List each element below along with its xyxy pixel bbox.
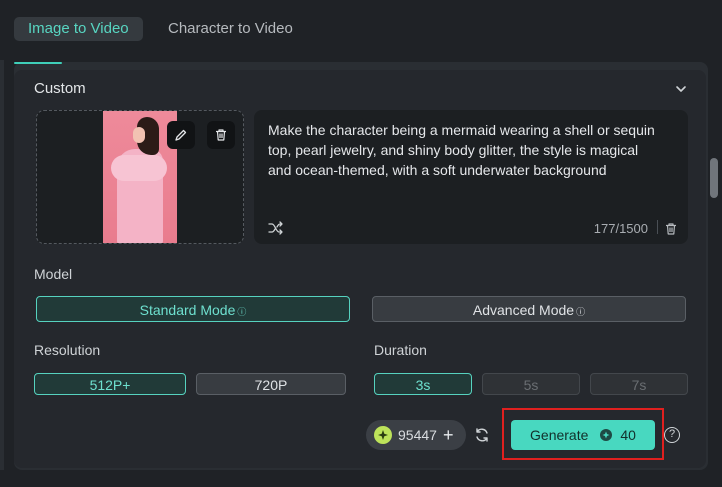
chevron-down-icon[interactable]: [674, 82, 688, 96]
custom-title: Custom: [34, 80, 86, 97]
standard-mode-label: Standard Mode: [139, 302, 236, 318]
advanced-mode-button[interactable]: Advanced Mode ⓘ: [372, 296, 686, 322]
thumb-face: [133, 127, 145, 143]
generate-button[interactable]: Generate 40: [511, 420, 655, 450]
prompt-textarea[interactable]: Make the character being a mermaid weari…: [254, 110, 688, 244]
left-edge: [0, 0, 4, 487]
help-icon[interactable]: ?: [664, 427, 680, 443]
edit-image-button[interactable]: [167, 121, 195, 149]
credits-balance[interactable]: 95447 +: [366, 420, 466, 450]
count-divider: [657, 220, 658, 234]
duration-5s-button[interactable]: 5s: [482, 373, 580, 395]
panel-tab-indicator: [14, 62, 62, 64]
delete-image-button[interactable]: [207, 121, 235, 149]
duration-3s-button[interactable]: 3s: [374, 373, 472, 395]
prompt-text[interactable]: Make the character being a mermaid weari…: [268, 120, 664, 180]
generate-cost: 40: [620, 427, 636, 443]
image-upload-box[interactable]: [36, 110, 244, 244]
uploaded-image-thumbnail: [103, 111, 177, 243]
standard-mode-button[interactable]: Standard Mode ⓘ: [36, 296, 350, 322]
custom-card: Custom Make the character being a mermai…: [14, 70, 706, 468]
bottom-strip: [0, 470, 722, 487]
trash-icon[interactable]: [664, 222, 678, 236]
resolution-label: Resolution: [34, 342, 101, 358]
coin-icon: [374, 426, 392, 444]
credit-icon: [600, 429, 613, 441]
shuffle-icon[interactable]: [268, 220, 284, 236]
settings-panel: Custom Make the character being a mermai…: [14, 62, 708, 470]
plus-icon[interactable]: +: [443, 426, 454, 444]
model-label: Model: [34, 266, 73, 282]
thumb-ruffle: [111, 155, 167, 181]
resolution-512p-button[interactable]: 512P+: [34, 373, 186, 395]
duration-7s-button[interactable]: 7s: [590, 373, 688, 395]
generate-label: Generate: [530, 427, 589, 443]
character-count: 177/1500: [593, 221, 648, 236]
mode-tabs: Image to Video Character to Video: [0, 0, 722, 60]
info-icon: ⓘ: [576, 307, 586, 317]
tab-character-to-video[interactable]: Character to Video: [154, 17, 307, 41]
info-icon: ⓘ: [237, 307, 247, 317]
credits-value: 95447: [398, 427, 437, 443]
edit-icon: [175, 129, 187, 141]
scrollbar-thumb[interactable]: [710, 158, 718, 198]
refresh-icon[interactable]: [474, 427, 490, 443]
trash-icon: [216, 129, 226, 141]
duration-label: Duration: [374, 342, 427, 358]
resolution-720p-button[interactable]: 720P: [196, 373, 346, 395]
tab-image-to-video[interactable]: Image to Video: [14, 17, 143, 41]
advanced-mode-label: Advanced Mode: [472, 302, 575, 318]
